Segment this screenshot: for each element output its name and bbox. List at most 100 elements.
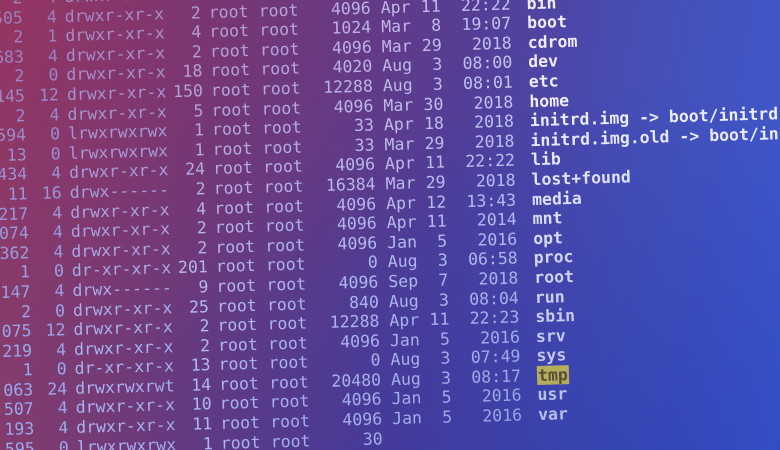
group: root — [268, 372, 310, 393]
inode-number: 2 — [14, 66, 25, 86]
file-size: 4096 — [338, 272, 379, 293]
file-name: home — [529, 90, 570, 111]
block-count: 1 — [47, 26, 58, 46]
group: root — [261, 117, 302, 138]
file-size: 4096 — [336, 213, 377, 234]
modified-day: 3 — [432, 74, 444, 94]
modified-month: Aug — [390, 349, 421, 370]
modified-time: 2018 — [478, 268, 519, 289]
file-name: sys — [536, 345, 567, 366]
file-name: etc — [528, 71, 559, 92]
link-count: 4 — [191, 22, 202, 42]
modified-day: 3 — [437, 250, 449, 271]
link-count: 13 — [190, 355, 211, 375]
file-size: 840 — [348, 291, 380, 312]
block-count: 4 — [54, 281, 65, 301]
owner: root — [210, 79, 251, 100]
file-name: sbin — [535, 306, 576, 327]
owner: root — [211, 99, 252, 120]
block-count: 0 — [54, 300, 66, 320]
modified-day: 5 — [441, 407, 453, 427]
file-size: 4096 — [331, 37, 373, 58]
group: root — [260, 58, 301, 80]
link-count: 2 — [195, 179, 206, 199]
link-count: 1 — [202, 433, 214, 450]
modified-time: 2018 — [474, 131, 515, 152]
group: root — [269, 391, 310, 412]
modified-month: Jan — [386, 232, 418, 252]
modified-day: 5 — [436, 231, 448, 251]
owner: root — [208, 1, 249, 22]
file-name: usr — [537, 384, 568, 405]
modified-day: 5 — [441, 387, 452, 408]
modified-day: 3 — [438, 289, 450, 310]
modified-day: 7 — [438, 270, 449, 290]
modified-time: 2016 — [482, 405, 523, 426]
block-count: 0 — [49, 124, 61, 144]
inode-number: 1 — [19, 262, 31, 282]
modified-time: 2016 — [481, 385, 522, 407]
inode-number: 594 — [0, 125, 27, 146]
link-count: 2 — [190, 2, 201, 23]
inode-number: 2 — [15, 105, 26, 126]
inode-number: 2 — [20, 301, 32, 321]
modified-month: Apr — [380, 0, 411, 17]
file-size: 4096 — [339, 331, 381, 352]
block-count: 4 — [58, 418, 69, 438]
modified-time: 2016 — [479, 327, 521, 348]
block-count: 12 — [45, 320, 66, 340]
link-count: 9 — [198, 277, 209, 297]
link-count: 2 — [197, 237, 208, 258]
modified-month: Sep — [388, 271, 419, 292]
block-count: 4 — [46, 6, 58, 27]
group: root — [269, 411, 311, 432]
modified-day: 3 — [440, 348, 451, 369]
link-count: 1 — [194, 139, 205, 160]
block-count: 4 — [49, 104, 60, 125]
file-name: lost+found — [531, 167, 632, 190]
inode-number: 147 — [0, 282, 31, 302]
link-count: 11 — [192, 414, 213, 434]
modified-month: Jan — [389, 329, 421, 350]
file-size: 20480 — [331, 370, 382, 391]
modified-day: 18 — [423, 113, 445, 134]
owner: root — [209, 40, 250, 61]
modified-month: Jan — [391, 388, 422, 409]
modified-time: 07:49 — [470, 346, 521, 368]
owner: root — [214, 216, 255, 238]
modified-day: 11 — [429, 309, 450, 330]
file-size: 16384 — [325, 174, 376, 195]
modified-month: Aug — [388, 290, 419, 311]
modified-time: 2018 — [475, 170, 516, 191]
modified-month: Jan — [391, 408, 423, 429]
block-count: 0 — [48, 65, 59, 85]
group: root — [261, 98, 302, 119]
modified-month: Apr — [389, 310, 420, 331]
modified-time: 2018 — [473, 92, 514, 113]
inode-number: 219 — [2, 340, 33, 361]
link-count: 2 — [196, 218, 208, 238]
modified-time: 22:23 — [469, 307, 520, 328]
file-size: 4020 — [332, 56, 373, 77]
file-size: 4096 — [335, 154, 376, 175]
inode-number: 11 — [7, 184, 28, 204]
block-count: 4 — [47, 46, 59, 66]
inode-number: 5683 — [0, 47, 25, 68]
group: root — [266, 293, 307, 315]
modified-month: Apr — [386, 212, 417, 233]
file-size: 12288 — [322, 76, 374, 97]
modified-month: Aug — [382, 75, 413, 96]
modified-month: Mar — [384, 134, 415, 154]
file-name: root — [533, 266, 575, 287]
file-name: mnt — [532, 208, 563, 229]
group: root — [259, 39, 300, 60]
inode-number: 7505 — [0, 7, 24, 28]
owner: root — [211, 119, 252, 140]
group: root — [264, 215, 305, 236]
group: root — [265, 254, 306, 275]
modified-time: 06:58 — [467, 248, 518, 270]
file-name: bin — [526, 0, 557, 13]
inode-number: 074 — [0, 223, 30, 244]
inode-number: 13 — [6, 144, 27, 165]
modified-day: 5 — [439, 329, 451, 349]
